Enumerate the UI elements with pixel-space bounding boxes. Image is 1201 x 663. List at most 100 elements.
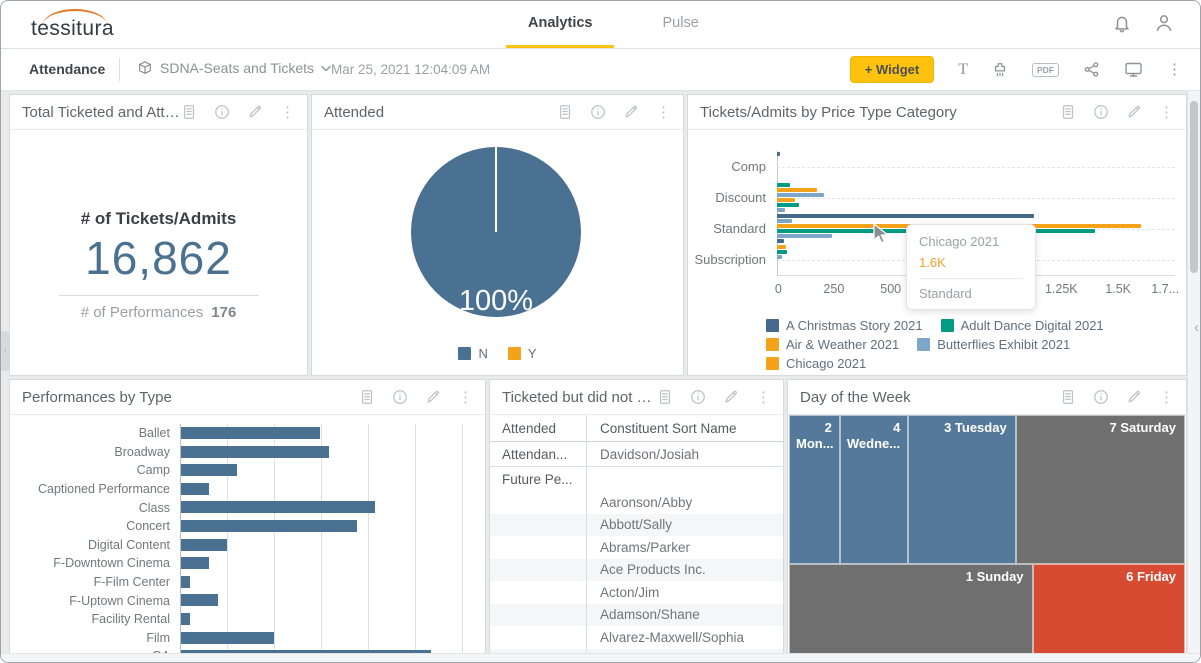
list-item[interactable]: Aaronson/Abby — [490, 491, 783, 514]
list-item[interactable]: Alvarez-Maxwell/Sophia — [490, 626, 783, 649]
treemap-cell-saturday[interactable]: 7 Saturday — [1016, 415, 1185, 564]
info-icon[interactable] — [1093, 104, 1109, 120]
collapse-panel-left-handle[interactable]: ‹ — [1, 331, 10, 371]
widget-menu-kebab-icon[interactable]: ⋮ — [1159, 105, 1174, 120]
bar-segment[interactable] — [777, 250, 787, 254]
widget-menu-kebab-icon[interactable]: ⋮ — [756, 390, 771, 405]
bar-segment[interactable] — [777, 234, 832, 238]
bar[interactable] — [181, 446, 329, 458]
bar[interactable] — [181, 557, 209, 569]
theme-brush-icon[interactable] — [992, 62, 1008, 78]
treemap-cell-sunday[interactable]: 1 Sunday — [789, 564, 1033, 654]
treemap-cell-tuesday[interactable]: 3 Tuesday — [908, 415, 1015, 564]
price-legend-item[interactable]: Adult Dance Digital 2021 — [941, 318, 1104, 333]
bar-segment[interactable] — [777, 219, 792, 223]
tessitura-logo[interactable]: tessitura — [31, 11, 141, 41]
notifications-bell-icon[interactable] — [1112, 13, 1132, 33]
price-legend-item[interactable]: Butterflies Exhibit 2021 — [917, 337, 1070, 352]
info-icon[interactable] — [214, 104, 230, 120]
vertical-scrollbar[interactable] — [1187, 91, 1200, 656]
pie-slice-boundary — [495, 147, 497, 232]
edit-pencil-icon[interactable] — [723, 389, 739, 405]
text-tool-icon[interactable]: T — [958, 61, 968, 79]
bar[interactable] — [181, 539, 227, 551]
edit-pencil-icon[interactable] — [425, 389, 441, 405]
bar[interactable] — [181, 594, 218, 606]
divider — [59, 295, 259, 296]
pie-legend-item[interactable]: Y — [508, 346, 537, 361]
bar-segment[interactable] — [777, 183, 790, 187]
price-legend-item[interactable]: Chicago 2021 — [766, 356, 866, 371]
export-pdf-icon[interactable]: PDF — [1032, 63, 1059, 77]
bar-segment[interactable] — [777, 188, 817, 192]
price-category-row: Comp — [688, 151, 1186, 182]
bar-segment[interactable] — [777, 208, 785, 212]
report-icon[interactable] — [359, 389, 375, 405]
edit-pencil-icon[interactable] — [623, 104, 639, 120]
bar-segment[interactable] — [777, 198, 795, 202]
list-item[interactable]: Abbott/Sally — [490, 514, 783, 537]
pie-legend-item[interactable]: N — [458, 346, 487, 361]
bar-segment[interactable] — [777, 203, 799, 207]
horizontal-scrollbar[interactable] — [1, 653, 1200, 662]
toolbar-kebab-icon[interactable]: ⋮ — [1167, 62, 1182, 77]
edit-pencil-icon[interactable] — [1126, 389, 1142, 405]
treemap-cell-friday[interactable]: 6 Friday — [1033, 564, 1185, 654]
report-icon[interactable] — [1060, 389, 1076, 405]
user-profile-icon[interactable] — [1154, 13, 1174, 33]
report-icon[interactable] — [657, 389, 673, 405]
bar[interactable] — [181, 501, 375, 513]
info-icon[interactable] — [392, 389, 408, 405]
bar-segment[interactable] — [777, 193, 824, 197]
report-icon[interactable] — [1060, 104, 1076, 120]
list-item[interactable]: Ace Products Inc. — [490, 559, 783, 582]
present-monitor-icon[interactable] — [1124, 61, 1143, 78]
edit-pencil-icon[interactable] — [1126, 104, 1142, 120]
bar[interactable] — [181, 483, 209, 495]
pie-chart[interactable]: 100% — [411, 147, 581, 317]
list-item[interactable]: Abrams/Parker — [490, 536, 783, 559]
performance-row: Ballet — [10, 424, 485, 443]
bar[interactable] — [181, 632, 274, 644]
dataset-selector[interactable]: SDNA-Seats and Tickets — [137, 60, 331, 76]
share-icon[interactable] — [1083, 61, 1100, 78]
vertical-scrollbar-thumb[interactable] — [1190, 101, 1198, 273]
bar[interactable] — [181, 520, 357, 532]
widget-menu-kebab-icon[interactable]: ⋮ — [656, 105, 671, 120]
column-divider — [586, 415, 587, 656]
widget-menu-kebab-icon[interactable]: ⋮ — [280, 105, 295, 120]
collapse-panel-right-chevron-icon[interactable]: ‹ — [1194, 319, 1199, 336]
info-icon[interactable] — [690, 389, 706, 405]
performance-row: Concert — [10, 517, 485, 536]
bar[interactable] — [181, 613, 190, 625]
treemap-cell-wedne[interactable]: 4Wedne... — [840, 415, 909, 564]
bar-segment[interactable] — [777, 245, 786, 249]
table-row[interactable]: Attendan... Davidson/Josiah — [490, 442, 783, 467]
add-widget-button[interactable]: + Widget — [850, 56, 934, 83]
bar[interactable] — [181, 427, 320, 439]
tab-pulse[interactable]: Pulse — [640, 1, 720, 48]
price-legend-item[interactable]: Air & Weather 2021 — [766, 337, 899, 352]
bar-segment[interactable] — [777, 255, 782, 259]
widget-menu-kebab-icon[interactable]: ⋮ — [1159, 390, 1174, 405]
constituent-name-list: Aaronson/AbbyAbbott/SallyAbrams/ParkerAc… — [490, 491, 783, 656]
legend-swatch — [766, 357, 779, 370]
category-label: Facility Rental — [10, 612, 180, 626]
info-icon[interactable] — [1093, 389, 1109, 405]
report-icon[interactable] — [181, 104, 197, 120]
price-legend-item[interactable]: A Christmas Story 2021 — [766, 318, 923, 333]
list-item[interactable]: Adamson/Shane — [490, 604, 783, 627]
bar-segment[interactable] — [777, 214, 1034, 218]
widget-menu-kebab-icon[interactable]: ⋮ — [458, 390, 473, 405]
bar[interactable] — [181, 464, 237, 476]
treemap-cell-mon[interactable]: 2Mon... — [789, 415, 840, 564]
info-icon[interactable] — [590, 104, 606, 120]
tab-analytics[interactable]: Analytics — [506, 1, 614, 48]
report-icon[interactable] — [557, 104, 573, 120]
bar-segment[interactable] — [777, 152, 780, 156]
bar[interactable] — [181, 576, 190, 588]
list-item[interactable]: Acton/Jim — [490, 581, 783, 604]
edit-pencil-icon[interactable] — [247, 104, 263, 120]
table-row[interactable]: Future Pe... — [490, 467, 783, 491]
bar-segment[interactable] — [777, 239, 784, 243]
